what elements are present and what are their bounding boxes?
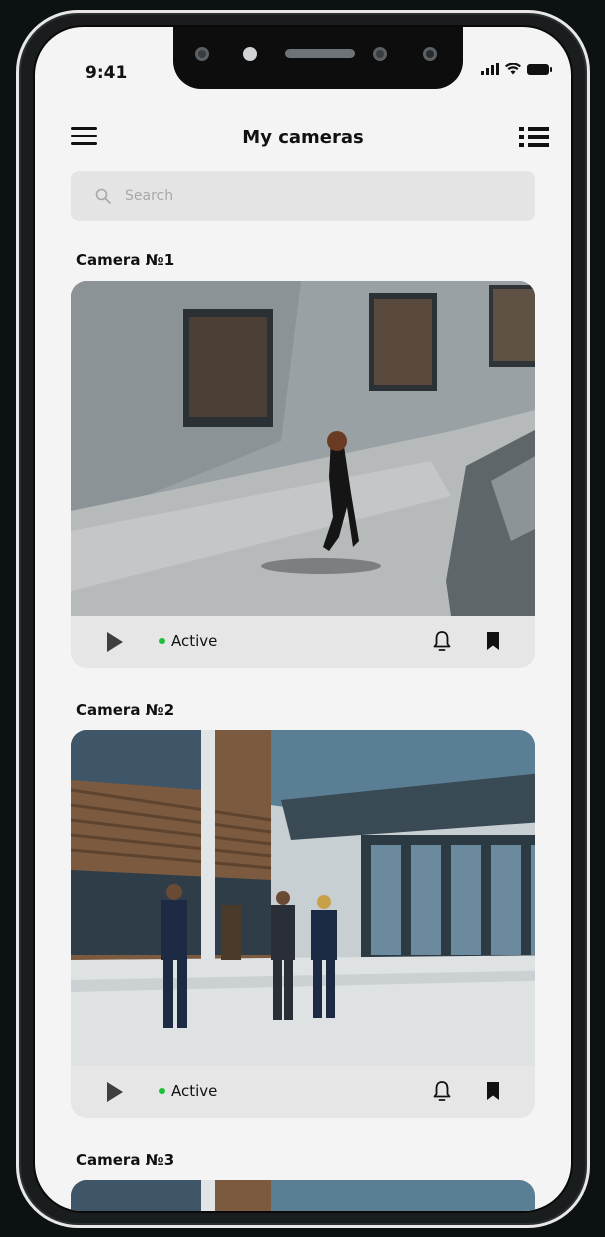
page-title: My cameras bbox=[242, 127, 364, 148]
phone-frame: 9:41 My cameras Search Camera №1 Active … bbox=[16, 10, 590, 1228]
search-input[interactable]: Search bbox=[71, 171, 535, 221]
camera-dot bbox=[195, 47, 209, 61]
phone-screen: 9:41 My cameras Search Camera №1 Active … bbox=[33, 25, 573, 1213]
battery-icon bbox=[527, 64, 552, 75]
status-time: 9:41 bbox=[85, 63, 128, 83]
status-label: Active bbox=[171, 632, 218, 650]
search-icon bbox=[95, 188, 111, 204]
camera-title: Camera №3 bbox=[76, 1151, 175, 1169]
camera-title: Camera №2 bbox=[76, 701, 175, 719]
camera-controls: Active bbox=[71, 616, 535, 668]
bookmark-icon[interactable] bbox=[487, 632, 499, 650]
status-label: Active bbox=[171, 1082, 218, 1100]
status-icons bbox=[481, 63, 552, 75]
status-dot bbox=[159, 1088, 165, 1094]
bookmark-icon[interactable] bbox=[487, 1082, 499, 1100]
camera-controls: Active bbox=[71, 1066, 535, 1118]
bell-icon[interactable] bbox=[433, 1080, 451, 1102]
sensor-dot bbox=[243, 47, 257, 61]
camera-dot bbox=[373, 47, 387, 61]
notch bbox=[173, 27, 463, 89]
camera-title: Camera №1 bbox=[76, 251, 175, 269]
camera-card[interactable] bbox=[71, 1180, 535, 1213]
camera-card[interactable]: Active bbox=[71, 730, 535, 1118]
sensor-dot bbox=[423, 47, 437, 61]
camera-feed-image[interactable] bbox=[71, 281, 535, 616]
signal-icon bbox=[481, 63, 499, 75]
search-placeholder: Search bbox=[125, 188, 174, 204]
top-bar: My cameras bbox=[35, 115, 571, 159]
play-icon[interactable] bbox=[107, 1082, 123, 1102]
bell-icon[interactable] bbox=[433, 630, 451, 652]
camera-card[interactable]: Active bbox=[71, 281, 535, 668]
wifi-icon bbox=[505, 63, 521, 75]
speaker bbox=[285, 49, 355, 58]
list-view-icon[interactable] bbox=[519, 127, 549, 147]
camera-feed-image[interactable] bbox=[71, 1180, 535, 1213]
status-dot bbox=[159, 638, 165, 644]
camera-feed-image[interactable] bbox=[71, 730, 535, 1066]
play-icon[interactable] bbox=[107, 632, 123, 652]
